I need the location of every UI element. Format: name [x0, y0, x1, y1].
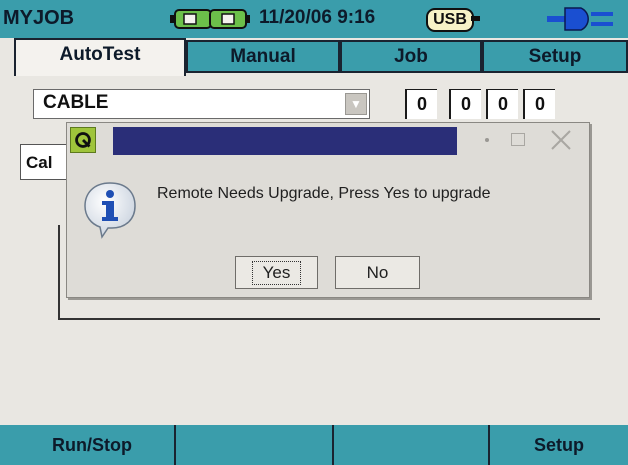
softkey-2[interactable]	[174, 425, 332, 465]
power-plug-icon	[547, 7, 613, 31]
tab-job[interactable]: Job	[340, 40, 482, 73]
run-stop-button[interactable]: Run/Stop	[10, 425, 174, 465]
maximize-icon[interactable]	[511, 133, 525, 146]
counter-digit: 0	[523, 89, 555, 119]
dialog-message: Remote Needs Upgrade, Press Yes to upgra…	[157, 185, 491, 202]
yes-button[interactable]: Yes	[235, 256, 318, 289]
no-button[interactable]: No	[335, 256, 420, 289]
device-screen: MYJOB 11/20/06 9:16 USB AutoTest Manual …	[0, 0, 628, 465]
tab-bar: AutoTest Manual Job Setup	[0, 38, 628, 76]
info-icon	[84, 182, 136, 239]
setup-softkey[interactable]: Setup	[488, 425, 628, 465]
job-name: MYJOB	[3, 7, 75, 29]
counter-digit: 0	[405, 89, 437, 119]
close-icon[interactable]	[549, 128, 573, 152]
tab-autotest[interactable]: AutoTest	[14, 38, 186, 76]
upgrade-dialog: Remote Needs Upgrade, Press Yes to upgra…	[66, 122, 590, 298]
counter-digit: 0	[449, 89, 481, 119]
status-bar: MYJOB 11/20/06 9:16 USB	[0, 0, 628, 38]
softkey-3[interactable]	[332, 425, 488, 465]
battery-icon	[170, 9, 250, 29]
dialog-title-bar[interactable]	[67, 123, 589, 155]
usb-plug-icon	[471, 16, 480, 21]
cable-type-value: CABLE	[43, 92, 109, 113]
minimize-icon[interactable]	[485, 138, 489, 142]
usb-badge: USB	[426, 8, 474, 32]
cable-type-select[interactable]: CABLE ▼	[33, 89, 370, 119]
tab-setup[interactable]: Setup	[482, 40, 628, 73]
dialog-title	[113, 127, 457, 155]
app-logo-icon	[70, 127, 96, 153]
date-time: 11/20/06 9:16	[259, 7, 376, 28]
chevron-down-icon[interactable]: ▼	[345, 93, 367, 115]
counter-digit: 0	[486, 89, 518, 119]
tab-manual[interactable]: Manual	[186, 40, 340, 73]
yes-button-label: Yes	[251, 261, 302, 285]
softkey-bar: Run/Stop Setup	[0, 425, 628, 465]
